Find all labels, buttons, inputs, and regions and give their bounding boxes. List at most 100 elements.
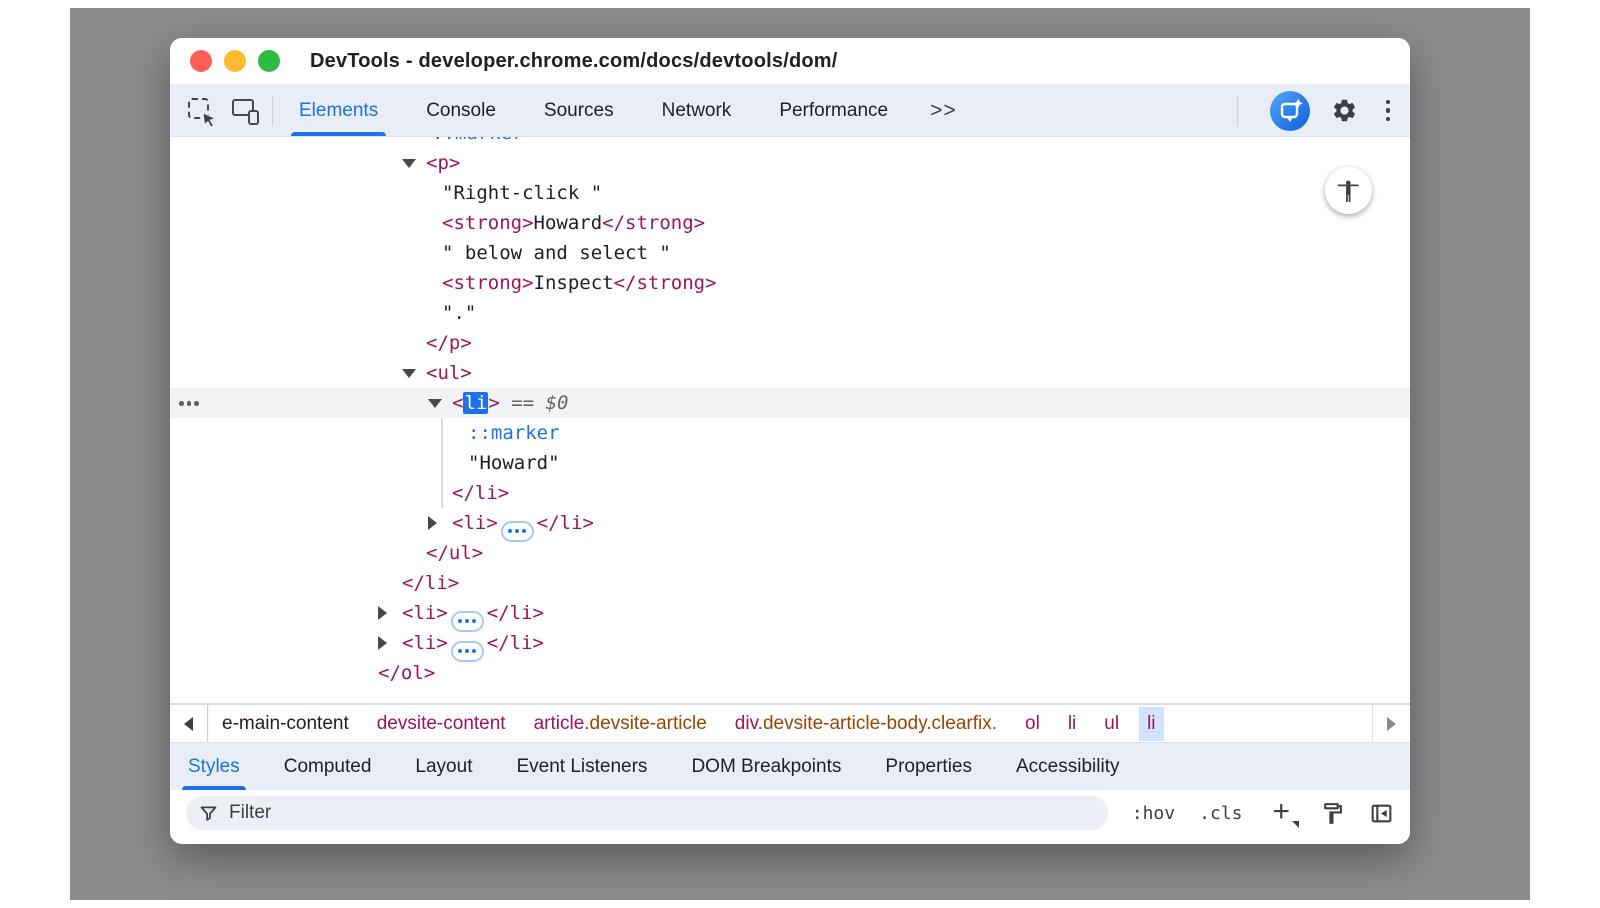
- expand-arrow-icon[interactable]: [428, 516, 437, 530]
- crumb-token: ul: [1104, 713, 1119, 734]
- sidebar-tab-properties[interactable]: Properties: [885, 743, 972, 790]
- code-token: ::marker: [432, 137, 524, 144]
- breadcrumb-item[interactable]: e-main-content: [214, 707, 357, 741]
- sidebar-tab-computed[interactable]: Computed: [284, 743, 372, 790]
- breadcrumb-scroll-left-button[interactable]: [170, 705, 208, 742]
- pseudo-state-toggle[interactable]: :hov: [1132, 803, 1175, 824]
- dom-tree-row[interactable]: "Right-click ": [170, 178, 1410, 208]
- accessibility-overlay-button[interactable]: [1325, 167, 1372, 214]
- crumb-token: .devsite-article-body.clearfix.: [758, 713, 997, 734]
- tab-label: Console: [426, 100, 496, 122]
- code-token: " below and select ": [442, 242, 671, 264]
- paint-roller-icon[interactable]: [1320, 801, 1345, 826]
- code-token: </li>: [537, 512, 594, 534]
- collapse-arrow-icon[interactable]: [428, 399, 442, 408]
- filter-field[interactable]: [186, 796, 1108, 830]
- breadcrumb-scroll-right-button[interactable]: [1372, 705, 1410, 742]
- crumb-token: li: [1147, 713, 1155, 734]
- dom-tree-row[interactable]: <li> == $0: [170, 388, 1410, 418]
- chevron-left-icon: [184, 717, 193, 731]
- filter-input[interactable]: [229, 802, 1096, 824]
- dropdown-corner-icon: [1292, 821, 1299, 828]
- dom-tree-row[interactable]: <li></li>: [170, 628, 1410, 658]
- sidebar-tab-accessibility[interactable]: Accessibility: [1016, 743, 1119, 790]
- toolbar-right-icons: [1225, 91, 1397, 131]
- dom-tree-row[interactable]: "Howard": [170, 448, 1410, 478]
- breadcrumb-item[interactable]: ol: [1017, 707, 1048, 741]
- code-token: </strong>: [602, 212, 705, 234]
- code-token: >: [488, 392, 499, 414]
- dom-tree-row[interactable]: <li> </li>: [170, 598, 1410, 628]
- ai-assistance-icon[interactable]: [1270, 91, 1310, 131]
- code-token: ::marker: [468, 422, 560, 444]
- dom-tree-row[interactable]: </li>: [170, 478, 1410, 508]
- breadcrumb-item[interactable]: devsite-content: [369, 707, 514, 741]
- collapse-arrow-icon[interactable]: [402, 159, 416, 168]
- more-options-kebab-icon[interactable]: [1380, 98, 1397, 124]
- dom-tree-row[interactable]: <li> </li>: [170, 508, 1410, 538]
- sidebar-tab-dom-breakpoints[interactable]: DOM Breakpoints: [691, 743, 841, 790]
- breadcrumb: e-main-content devsite-content article.dev…: [170, 703, 1410, 742]
- dom-tree-row[interactable]: <strong>Inspect</strong>: [170, 268, 1410, 298]
- toolbar-divider: [272, 96, 273, 126]
- hidden-elements-dots-icon[interactable]: [179, 401, 199, 406]
- code-token: <li>: [402, 602, 448, 624]
- breadcrumb-item[interactable]: li: [1139, 707, 1163, 741]
- sidebar-tab-event-listeners[interactable]: Event Listeners: [516, 743, 647, 790]
- class-toggle[interactable]: .cls: [1199, 803, 1242, 824]
- window-title: DevTools - developer.chrome.com/docs/dev…: [310, 50, 838, 73]
- tab-performance[interactable]: Performance: [779, 85, 888, 136]
- code-token: </ol>: [378, 662, 435, 684]
- sidebar-tab-label: DOM Breakpoints: [691, 756, 841, 778]
- code-token: "Howard": [468, 452, 560, 474]
- code-token: Inspect: [534, 272, 614, 294]
- dom-tree-row[interactable]: </ul>: [170, 538, 1410, 568]
- breadcrumb-item[interactable]: ul: [1096, 707, 1127, 741]
- dom-tree-row[interactable]: <p>: [170, 148, 1410, 178]
- settings-gear-icon[interactable]: [1330, 96, 1360, 126]
- tab-console[interactable]: Console: [426, 85, 496, 136]
- dom-tree-row[interactable]: ".": [170, 298, 1410, 328]
- sidebar-toggle-icon[interactable]: [1369, 801, 1394, 826]
- sidebar-tab-label: Event Listeners: [516, 756, 647, 778]
- dom-tree-row[interactable]: ::marker: [170, 137, 1410, 148]
- dom-tree-row[interactable]: </ol>: [170, 658, 1410, 688]
- dom-tree-row[interactable]: " below and select ": [170, 238, 1410, 268]
- sidebar-tab-styles[interactable]: Styles: [188, 743, 240, 790]
- code-token: </ul>: [426, 542, 483, 564]
- crumb-token: div: [735, 713, 758, 734]
- zoom-window-button[interactable]: [258, 50, 280, 72]
- toggle-device-toolbar-icon[interactable]: [230, 96, 260, 126]
- crumb-token: ol: [1025, 713, 1040, 734]
- more-panels-button[interactable]: >>: [930, 99, 957, 123]
- tab-elements[interactable]: Elements: [299, 85, 378, 136]
- code-token: <li>: [402, 632, 448, 654]
- main-toolbar: Elements Console Sources Network Performance…: [170, 85, 1410, 137]
- dom-tree-row[interactable]: </li>: [170, 568, 1410, 598]
- breadcrumb-item[interactable]: article.devsite-article: [526, 707, 715, 741]
- crumb-token: li: [1068, 713, 1076, 734]
- breadcrumb-item[interactable]: li: [1060, 707, 1084, 741]
- accessibility-person-icon: [1335, 177, 1363, 205]
- collapse-arrow-icon[interactable]: [402, 369, 416, 378]
- minimize-window-button[interactable]: [224, 50, 246, 72]
- code-token: </li>: [487, 602, 544, 624]
- expand-arrow-icon[interactable]: [378, 636, 387, 650]
- devtools-window: DevTools - developer.chrome.com/docs/dev…: [170, 38, 1410, 844]
- code-token: <li>: [452, 512, 498, 534]
- code-token: li: [463, 392, 488, 414]
- tab-sources[interactable]: Sources: [544, 85, 614, 136]
- dom-tree-row[interactable]: ::marker: [170, 418, 1410, 448]
- tab-network[interactable]: Network: [662, 85, 732, 136]
- dom-tree-row[interactable]: <ul>: [170, 358, 1410, 388]
- dom-tree-row[interactable]: </p>: [170, 328, 1410, 358]
- close-window-button[interactable]: [190, 50, 212, 72]
- crumb-token: devsite-content: [377, 713, 506, 734]
- sidebar-tab-layout[interactable]: Layout: [415, 743, 472, 790]
- code-token: ==: [500, 392, 546, 414]
- breadcrumb-item[interactable]: div.devsite-article-body.clearfix.: [727, 707, 1005, 741]
- expand-arrow-icon[interactable]: [378, 606, 387, 620]
- new-style-rule-button[interactable]: +: [1272, 801, 1290, 826]
- dom-tree-row[interactable]: <strong>Howard</strong>: [170, 208, 1410, 238]
- inspect-element-icon[interactable]: [186, 96, 216, 126]
